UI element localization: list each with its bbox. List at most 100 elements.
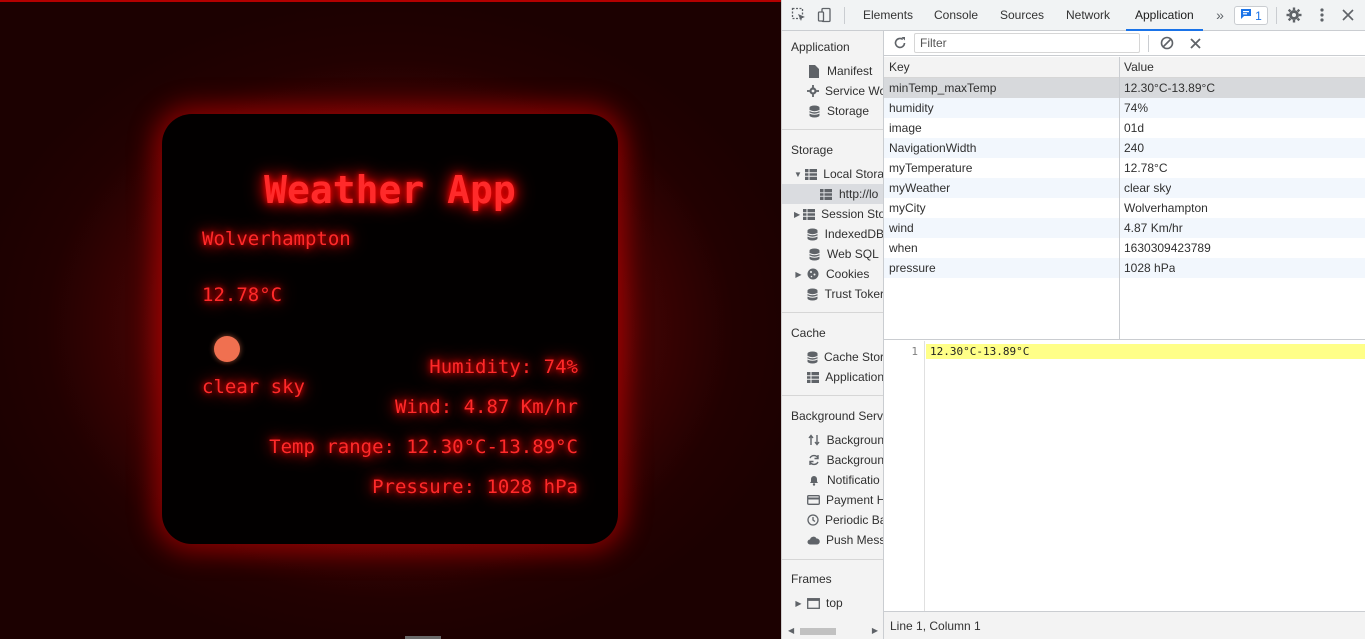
expand-down-icon[interactable]: ▼ — [794, 170, 802, 179]
section-title-application: Application — [791, 40, 850, 54]
line-gutter: 1 — [884, 341, 925, 611]
sidebar-item-application-cache[interactable]: Application — [782, 367, 883, 387]
database-icon — [807, 104, 821, 118]
section-title-cache: Cache — [791, 326, 826, 340]
sidebar-item-notifications[interactable]: Notificatio — [782, 470, 883, 490]
sidebar-item-background-sync[interactable]: Backgroun — [782, 450, 883, 470]
database-icon — [807, 350, 818, 364]
table-icon — [819, 187, 833, 201]
status-bar: Line 1, Column 1 — [884, 611, 1365, 639]
scrollbar-thumb[interactable] — [800, 628, 836, 635]
scroll-left-icon[interactable]: ◀ — [788, 626, 794, 635]
section-title-background-services: Background Servi — [791, 409, 884, 423]
table-row[interactable]: minTemp_maxTemp 12.30°C-13.89°C — [884, 78, 1365, 98]
sidebar-horizontal-scrollbar[interactable]: ◀ ▶ — [782, 623, 883, 639]
sidebar-item-localhost-origin[interactable]: http://lo — [782, 184, 883, 204]
sidebar-item-cache-storage[interactable]: Cache Stor — [782, 347, 883, 367]
weather-page: Weather App Wolverhampton 12.78°C clear … — [0, 0, 781, 639]
refresh-icon[interactable] — [891, 34, 909, 52]
table-row[interactable]: image 01d — [884, 118, 1365, 138]
filter-input[interactable] — [914, 33, 1140, 53]
expand-right-icon[interactable]: ▶ — [794, 210, 800, 219]
app-title: Weather App — [264, 168, 516, 212]
devtools-toolbar: Elements Console Sources Network Applica… — [782, 0, 1365, 31]
value-preview-pane: 1 12.30°C-13.89°C — [884, 341, 1365, 611]
tab-sources[interactable]: Sources — [1000, 0, 1044, 31]
sidebar-item-push-messaging[interactable]: Push Mess — [782, 530, 883, 550]
sidebar-item-web-sql[interactable]: Web SQL — [782, 244, 883, 264]
cursor-position: Line 1, Column 1 — [890, 619, 981, 633]
cloud-icon — [807, 533, 820, 547]
scroll-right-icon[interactable]: ▶ — [872, 626, 878, 635]
device-toolbar-icon[interactable] — [816, 6, 834, 24]
column-header-value[interactable]: Value — [1124, 57, 1154, 78]
table-row[interactable]: pressure 1028 hPa — [884, 258, 1365, 278]
storage-main-panel: Key Value minTemp_maxTemp 12.30°C-13.89°… — [884, 31, 1365, 639]
section-title-frames: Frames — [791, 572, 832, 586]
weather-card: Weather App Wolverhampton 12.78°C clear … — [162, 114, 618, 544]
sidebar-item-indexeddb[interactable]: IndexedDB — [782, 224, 883, 244]
column-header-key[interactable]: Key — [889, 57, 910, 78]
database-icon — [807, 227, 819, 241]
table-row[interactable]: wind 4.87 Km/hr — [884, 218, 1365, 238]
sidebar-item-periodic-background-sync[interactable]: Periodic Ba — [782, 510, 883, 530]
sidebar-item-frame-top[interactable]: ▶ top — [782, 593, 883, 613]
preview-line-text[interactable]: 12.30°C-13.89°C — [930, 344, 1029, 359]
sidebar-item-service-workers[interactable]: Service Wo — [782, 81, 883, 101]
table-icon — [807, 370, 820, 384]
credit-card-icon — [807, 493, 820, 507]
line-number: 1 — [911, 345, 918, 358]
cookie-icon — [806, 267, 820, 281]
table-row[interactable]: myCity Wolverhampton — [884, 198, 1365, 218]
message-icon — [1240, 8, 1252, 23]
table-row[interactable]: humidity 74% — [884, 98, 1365, 118]
table-row[interactable]: NavigationWidth 240 — [884, 138, 1365, 158]
sidebar-item-session-storage[interactable]: ▶ Session Sto — [782, 204, 883, 224]
settings-gear-icon[interactable] — [1285, 6, 1303, 24]
sidebar-item-cookies[interactable]: ▶ Cookies — [782, 264, 883, 284]
clear-all-icon[interactable] — [1158, 34, 1176, 52]
kebab-menu-icon[interactable] — [1313, 6, 1331, 24]
inspect-element-icon[interactable] — [790, 6, 808, 24]
tab-application[interactable]: Application — [1126, 0, 1203, 31]
table-row[interactable]: myWeather clear sky — [884, 178, 1365, 198]
document-icon — [807, 64, 821, 78]
expand-right-icon[interactable]: ▶ — [794, 270, 803, 279]
sidebar-item-background-fetch[interactable]: Backgroun — [782, 430, 883, 450]
more-tabs-icon[interactable]: » — [1211, 6, 1229, 24]
sun-icon — [214, 336, 240, 362]
sidebar-item-payment-handler[interactable]: Payment H — [782, 490, 883, 510]
humidity-text: Humidity: 74% — [429, 356, 578, 378]
wind-text: Wind: 4.87 Km/hr — [394, 396, 578, 418]
issues-button[interactable]: 1 — [1234, 6, 1268, 25]
sidebar-item-manifest[interactable]: Manifest — [782, 61, 883, 81]
devtools-panel: Elements Console Sources Network Applica… — [781, 0, 1365, 639]
issues-count: 1 — [1255, 8, 1262, 23]
preview-line-highlight: 12.30°C-13.89°C — [926, 344, 1365, 359]
sidebar-item-storage[interactable]: Storage — [782, 101, 883, 121]
arrows-up-down-icon — [807, 433, 821, 447]
close-devtools-icon[interactable] — [1339, 6, 1357, 24]
application-sidebar: Application Manifest Service Wo Storage … — [782, 31, 884, 639]
filter-bar — [884, 31, 1365, 56]
database-icon — [807, 247, 821, 261]
local-storage-table: Key Value minTemp_maxTemp 12.30°C-13.89°… — [884, 57, 1365, 340]
city-name: Wolverhampton — [202, 228, 351, 250]
tab-network[interactable]: Network — [1066, 0, 1110, 31]
tab-console[interactable]: Console — [934, 0, 978, 31]
temperature: 12.78°C — [202, 284, 283, 306]
sidebar-item-trust-tokens[interactable]: Trust Toker — [782, 284, 883, 304]
tab-elements[interactable]: Elements — [863, 0, 913, 31]
column-resizer[interactable] — [1119, 57, 1120, 339]
database-icon — [807, 287, 819, 301]
expand-right-icon[interactable]: ▶ — [794, 599, 803, 608]
delete-selected-icon[interactable] — [1186, 34, 1204, 52]
section-title-storage: Storage — [791, 143, 834, 157]
table-icon — [805, 167, 818, 181]
table-row[interactable]: myTemperature 12.78°C — [884, 158, 1365, 178]
bell-icon — [807, 473, 821, 487]
sidebar-item-local-storage[interactable]: ▼ Local Stora — [782, 164, 883, 184]
table-row[interactable]: when 1630309423789 — [884, 238, 1365, 258]
table-header: Key Value — [884, 57, 1365, 78]
clock-icon — [807, 513, 819, 527]
